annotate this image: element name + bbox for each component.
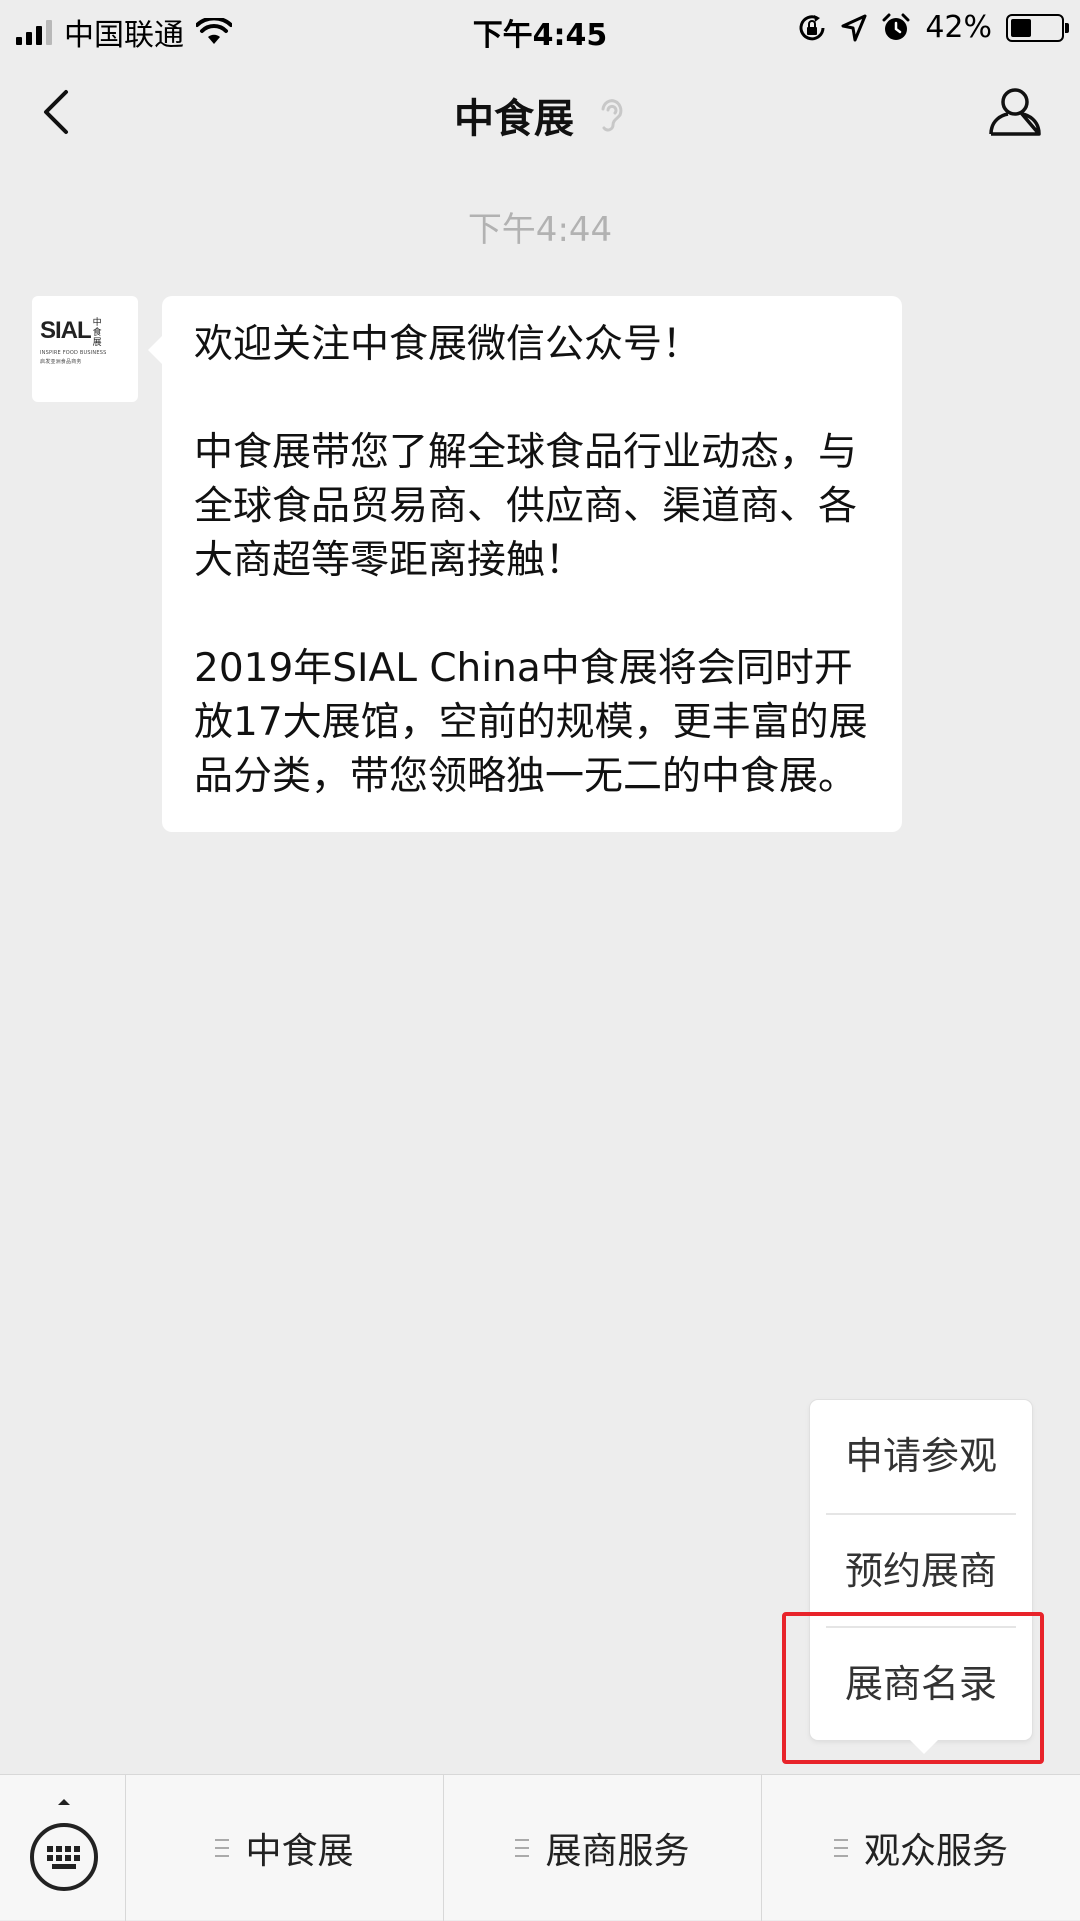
- sial-logo-cn: 中食展: [92, 318, 102, 348]
- battery-percent: 42%: [925, 10, 992, 45]
- profile-button[interactable]: [986, 82, 1044, 140]
- menu-lines-icon: [833, 1839, 848, 1857]
- highlight-annotation-box: [782, 1612, 1044, 1764]
- menu-lines-icon: [515, 1839, 530, 1857]
- menu-tab-visitor-services[interactable]: 观众服务: [762, 1775, 1080, 1921]
- battery-icon: [1006, 13, 1069, 42]
- status-bar: 中国联通 下午4:45 42%: [0, 0, 1080, 56]
- orientation-lock-icon: [799, 14, 825, 40]
- sial-logo-text: SIAL: [40, 317, 92, 344]
- sial-logo-sub: INSPIRE FOOD BUSINESS: [40, 350, 107, 356]
- message-timestamp: 下午4:44: [467, 210, 613, 250]
- page-title-text: 中食展: [454, 96, 575, 142]
- status-right: 42%: [797, 10, 1069, 45]
- sial-logo-sub-cn: 启发亚洲食品商务: [40, 359, 82, 365]
- keyboard-icon: [30, 1799, 98, 1891]
- menu-lines-icon: [215, 1839, 230, 1857]
- message-bubble[interactable]: 欢迎关注中食展微信公众号！ 中食展带您了解全球食品行业动态，与全球食品贸易商、供…: [148, 296, 902, 832]
- menu-tab-sial[interactable]: 中食展: [126, 1775, 444, 1921]
- message-paragraph: 欢迎关注中食展微信公众号！: [194, 322, 702, 367]
- alarm-icon: [882, 13, 910, 40]
- bottom-menu-bar: 中食展 展商服务 观众服务: [0, 1774, 1080, 1921]
- profile-icon: [989, 88, 1041, 136]
- page-title: 中食展: [0, 86, 1080, 144]
- menu-tab-exhibitor-services[interactable]: 展商服务: [444, 1775, 762, 1921]
- menu-tab-label: 观众服务: [863, 1831, 1008, 1872]
- submenu-item-apply-visit[interactable]: 申请参观: [826, 1400, 1016, 1513]
- location-icon: [841, 14, 867, 41]
- message-paragraph: 中食展带您了解全球食品行业动态，与全球食品贸易商、供应商、渠道商、各大商超等零距…: [194, 430, 858, 583]
- battery-fill: [1011, 18, 1031, 37]
- menu-tab-label: 展商服务: [545, 1831, 690, 1872]
- nav-bar: 中食展: [0, 56, 1080, 166]
- avatar[interactable]: SIAL 中食展 INSPIRE FOOD BUSINESS 启发亚洲食品商务: [32, 296, 138, 402]
- ear-icon: [601, 99, 623, 132]
- menu-tab-label: 中食展: [245, 1831, 354, 1872]
- sial-logo: SIAL 中食展: [40, 317, 130, 349]
- message-paragraph: 2019年SIAL China中食展将会同时开放17大展馆，空前的规模，更丰富的…: [194, 646, 868, 799]
- submenu-item-book-exhibitor[interactable]: 预约展商: [826, 1513, 1016, 1626]
- keyboard-toggle-button[interactable]: [0, 1775, 126, 1921]
